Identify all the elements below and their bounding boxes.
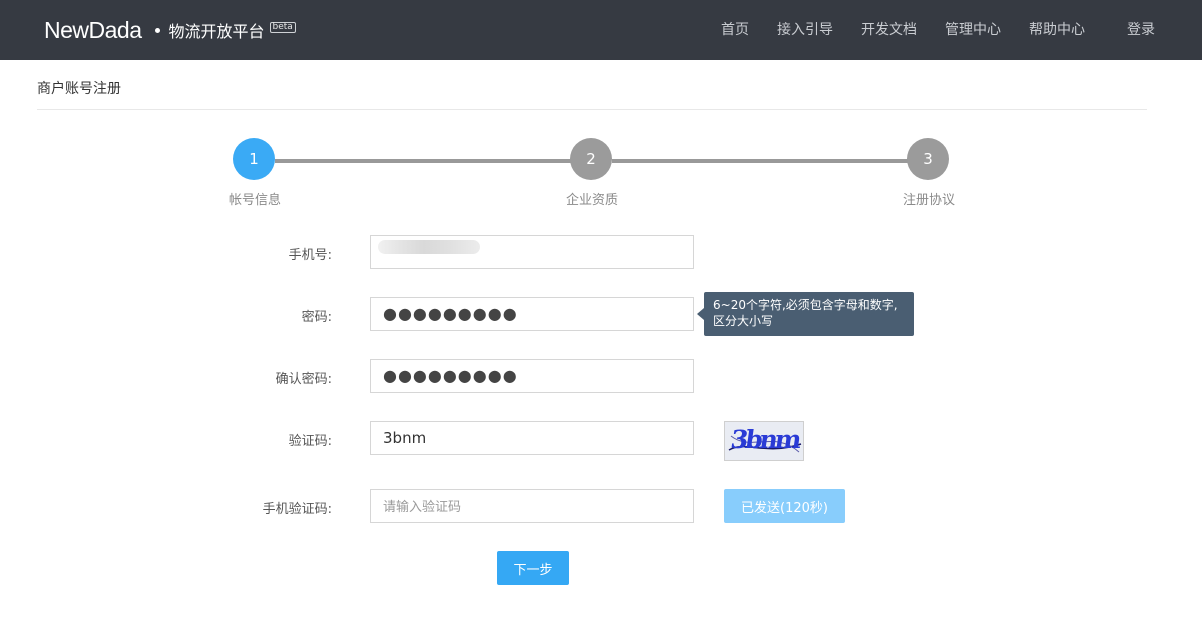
brand[interactable]: NewDada 物流开放平台 beta [44, 16, 296, 44]
password-input[interactable]: ●●●●●●●●● [370, 297, 694, 331]
top-navigation-bar: NewDada 物流开放平台 beta 首页 接入引导 开发文档 管理中心 帮助… [0, 0, 1202, 60]
step-connector-2-3 [612, 159, 912, 163]
phone-redaction-blur [378, 240, 480, 254]
nav-item-help-center[interactable]: 帮助中心 [1029, 0, 1085, 60]
nav-item-home[interactable]: 首页 [721, 0, 749, 60]
confirm-password-input[interactable]: ●●●●●●●●● [370, 359, 694, 393]
step-2-circle: 2 [570, 138, 612, 180]
nav-item-access-guide[interactable]: 接入引导 [777, 0, 833, 60]
step-3-circle: 3 [907, 138, 949, 180]
step-1-circle: 1 [233, 138, 275, 180]
send-sms-code-button[interactable]: 已发送(120秒) [724, 489, 845, 523]
title-divider [37, 109, 1147, 110]
captcha-label: 验证码: [288, 434, 332, 449]
step-2-label: 企业资质 [565, 193, 618, 208]
next-step-button[interactable]: 下一步 [497, 551, 569, 585]
newdada-logo[interactable]: NewDada [44, 17, 142, 44]
step-connector-1-2 [275, 159, 575, 163]
password-tip-arrow [697, 308, 704, 320]
beta-badge: beta [269, 21, 296, 33]
phone-label: 手机号: [288, 248, 332, 263]
login-link[interactable]: 登录 [1127, 0, 1155, 60]
platform-name: 物流开放平台 [168, 22, 265, 41]
brand-separator-dot [154, 27, 160, 33]
nav-item-management-center[interactable]: 管理中心 [945, 0, 1001, 60]
sms-code-input[interactable] [370, 489, 694, 523]
sms-code-label: 手机验证码: [262, 502, 332, 517]
captcha-input[interactable] [370, 421, 694, 455]
step-3-label: 注册协议 [902, 193, 955, 208]
captcha-image-text: 3bnm [728, 425, 801, 454]
confirm-password-label: 确认密码: [275, 372, 332, 387]
nav-item-dev-docs[interactable]: 开发文档 [861, 0, 917, 60]
password-tip-tooltip: 6~20个字符,必须包含字母和数字,区分大小写 [704, 292, 914, 336]
step-1-label: 帐号信息 [228, 193, 281, 208]
captcha-image[interactable]: 3bnm [724, 421, 804, 461]
page-title: 商户账号注册 [37, 81, 121, 97]
password-label: 密码: [301, 310, 332, 325]
